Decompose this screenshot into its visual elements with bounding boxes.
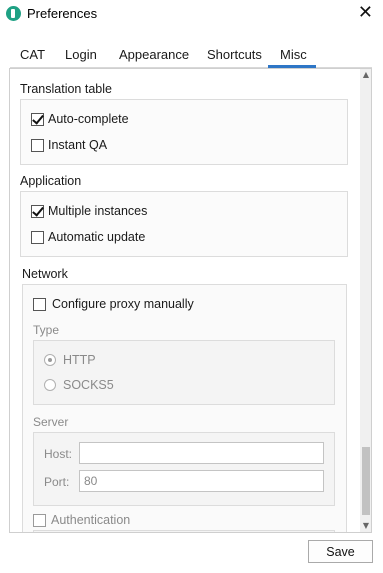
tab-login[interactable]: Login bbox=[65, 47, 97, 62]
automatic-update-label: Automatic update bbox=[48, 230, 146, 244]
authentication-checkbox[interactable]: Authentication bbox=[33, 513, 130, 527]
tab-appearance[interactable]: Appearance bbox=[119, 47, 189, 62]
misc-settings-panel: Translation table Auto-complete Instant … bbox=[9, 68, 372, 533]
checkbox-unchecked-icon bbox=[33, 513, 46, 527]
authentication-label: Authentication bbox=[51, 513, 131, 527]
vertical-scrollbar[interactable]: ▲ ▼ bbox=[360, 69, 371, 532]
multiple-instances-label: Multiple instances bbox=[48, 204, 148, 218]
socks5-label: SOCKS5 bbox=[63, 378, 114, 392]
checkbox-unchecked-icon bbox=[31, 138, 44, 152]
configure-proxy-checkbox[interactable]: Configure proxy manually bbox=[33, 297, 194, 311]
configure-proxy-label: Configure proxy manually bbox=[52, 297, 194, 311]
window-title: Preferences bbox=[27, 6, 98, 21]
socks5-radio[interactable]: SOCKS5 bbox=[44, 378, 114, 392]
close-icon[interactable]: ✕ bbox=[358, 3, 373, 23]
authentication-group bbox=[33, 530, 335, 532]
checkbox-unchecked-icon bbox=[33, 297, 46, 311]
title-bar: Preferences ✕ bbox=[0, 0, 383, 30]
server-heading: Server bbox=[33, 415, 69, 429]
application-heading: Application bbox=[20, 174, 82, 188]
tab-bar: CAT Login Appearance Shortcuts Misc bbox=[10, 44, 372, 68]
http-label: HTTP bbox=[63, 353, 96, 367]
tab-shortcuts[interactable]: Shortcuts bbox=[207, 47, 262, 62]
translation-table-group: Auto-complete Instant QA bbox=[20, 99, 348, 165]
save-button[interactable]: Save bbox=[308, 540, 373, 563]
checkbox-unchecked-icon bbox=[31, 230, 44, 244]
checkbox-checked-icon bbox=[31, 112, 44, 126]
tab-cat[interactable]: CAT bbox=[20, 47, 45, 62]
host-input[interactable] bbox=[79, 442, 324, 464]
host-label: Host: bbox=[44, 447, 73, 461]
network-heading: Network bbox=[22, 267, 68, 281]
instant-qa-label: Instant QA bbox=[48, 138, 108, 152]
proxy-type-group: HTTP SOCKS5 bbox=[33, 340, 335, 405]
multiple-instances-checkbox[interactable]: Multiple instances bbox=[31, 204, 147, 218]
tab-misc[interactable]: Misc bbox=[280, 47, 307, 62]
scrollbar-thumb[interactable] bbox=[362, 447, 370, 515]
application-group: Multiple instances Automatic update bbox=[20, 191, 348, 257]
port-input[interactable] bbox=[79, 470, 324, 492]
network-group: Configure proxy manually Type HTTP SOCKS… bbox=[22, 284, 347, 532]
radio-selected-icon bbox=[44, 354, 56, 366]
proxy-type-heading: Type bbox=[33, 323, 60, 337]
scroll-up-arrow-icon[interactable]: ▲ bbox=[360, 69, 371, 81]
auto-complete-label: Auto-complete bbox=[48, 112, 129, 126]
server-group: Host: Port: bbox=[33, 432, 335, 506]
automatic-update-checkbox[interactable]: Automatic update bbox=[31, 230, 145, 244]
instant-qa-checkbox[interactable]: Instant QA bbox=[31, 138, 107, 152]
radio-unselected-icon bbox=[44, 379, 56, 391]
scroll-down-arrow-icon[interactable]: ▼ bbox=[360, 520, 371, 532]
port-label: Port: bbox=[44, 475, 70, 489]
http-radio[interactable]: HTTP bbox=[44, 353, 96, 367]
app-logo-icon bbox=[6, 6, 21, 21]
translation-table-heading: Translation table bbox=[20, 82, 112, 96]
checkbox-checked-icon bbox=[31, 204, 44, 218]
auto-complete-checkbox[interactable]: Auto-complete bbox=[31, 112, 129, 126]
